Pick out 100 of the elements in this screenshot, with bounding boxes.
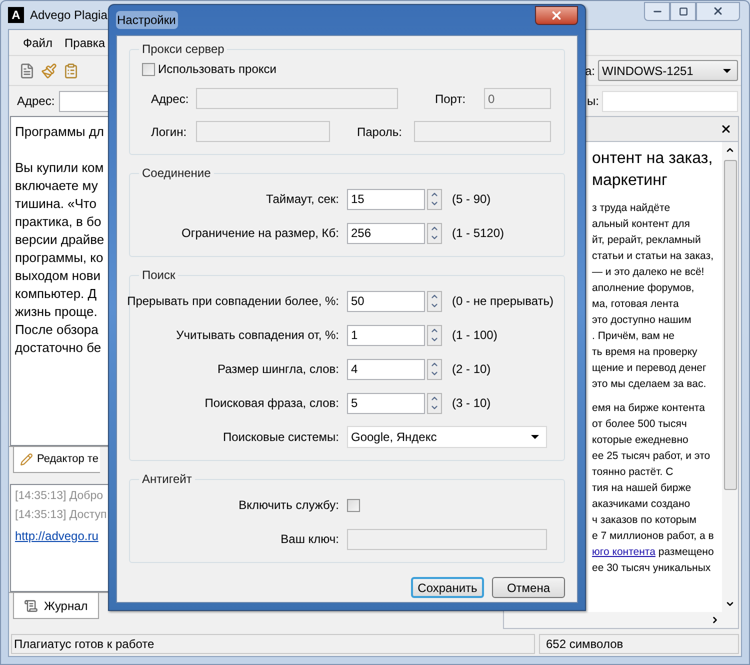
window-title: Advego Plagia [30,7,108,24]
range-hint: (1 - 5120) [452,225,504,242]
close-button[interactable] [696,2,740,20]
news-text-line: которые ежедневно [592,433,690,448]
checkbox[interactable] [142,62,155,76]
close-icon [550,9,563,22]
news-text-line: . Причём, вам не [592,329,676,344]
editor-text-line: достаточно бе [15,339,102,357]
character-count: 652 символов [546,636,624,653]
input-field[interactable]: 4 [347,358,425,380]
group-title: Поиск [141,267,176,284]
news-text-line: ть время на проверку [592,345,698,360]
news-text-line: щение и перевод денег [592,361,708,376]
news-text-line: — и это далеко не всё! [592,265,706,280]
input-field[interactable]: 256 [347,222,425,244]
spin-buttons[interactable] [427,324,442,346]
news-text-line: альный контент для [592,217,691,232]
log-entry: [14:35:13] Добро [15,489,104,504]
input-field[interactable]: 15 [347,188,425,210]
field-label: Поисковая фраза, слов: [204,395,339,412]
edit-document-icon [20,453,33,466]
news-text-line: з труда найдёте [592,201,672,216]
input-field[interactable]: 5 [347,392,425,414]
news-text-line: это доступно нашим [592,313,692,328]
news-text-line: аказчиками создано [592,497,692,512]
editor-text-line: жизнь проще. [15,303,98,321]
new-document-icon [19,62,35,78]
spin-buttons[interactable] [427,358,442,380]
field-label: Адрес: [151,90,190,108]
address-label: Адрес: [17,93,55,110]
field-label: Включить службу: [238,497,339,514]
search-engines-dropdown[interactable]: Google, Яндекс [347,426,547,448]
scroll-right-icon [710,615,720,625]
editor-text-line: Вы купили ком [15,159,104,177]
editor-text-line: включаете му [15,177,98,195]
editor-text-line: компьютер. Д [15,285,97,303]
news-text-line: это мы сделаем за вас. [592,377,708,392]
menu-item[interactable]: Файл [23,34,53,52]
save-button[interactable]: Сохранить [411,577,484,598]
news-heading: онтент на заказ, [592,149,714,169]
news-text-line: емя на бирже контента [592,401,706,416]
cancel-button[interactable]: Отмена [492,577,565,598]
group-title: Прокси сервер [141,41,226,58]
checkbox[interactable] [347,498,360,512]
spin-buttons[interactable] [427,222,442,244]
field-label: Размер шингла, слов: [217,361,339,378]
news-text-line: е 7 миллионов работ, а в [592,529,715,544]
editor-text-line: программы, ко [15,249,104,267]
app-logo: A [8,7,24,23]
log-tab[interactable]: Журнал [13,593,99,619]
log-entry: [14:35:13] Доступ [15,508,107,524]
editor-tab[interactable]: Редактор те [13,447,100,473]
range-hint: (3 - 10) [452,395,491,412]
input-field[interactable] [602,90,738,112]
range-hint: (1 - 100) [452,327,498,344]
checkbox-label[interactable]: Использовать прокси [158,60,276,78]
log-link[interactable]: http://advego.ru [15,526,98,544]
maximize-icon [678,6,688,16]
dropdown-arrow-icon [723,68,731,72]
field-label: Порт: [435,90,467,108]
scroll-thumb[interactable] [724,160,736,490]
maximize-button[interactable] [670,2,696,20]
range-hint: (0 - не прерывать) [452,293,554,310]
news-text-line: ч заказов по которым [592,513,698,528]
close-icon [712,5,724,17]
news-text-line: тоянно растёт. С [592,465,674,480]
spin-buttons[interactable] [427,290,442,312]
news-text-line: от более 500 тысяч [592,417,688,432]
news-heading: маркетинг [592,171,668,191]
news-text-line: ее 25 тысяч работ, и это [592,449,712,464]
field-label: Учитывать совпадения от, %: [176,327,339,344]
menu-item[interactable]: Правка [64,34,106,52]
editor-text-line: тишина. «Что [15,195,96,213]
encoding-dropdown[interactable]: WINDOWS-1251 [598,60,738,81]
spin-buttons[interactable] [427,392,442,414]
brush-icon [41,62,57,78]
horizontal-scrollbar[interactable] [504,612,738,628]
range-hint: (5 - 90) [452,191,491,208]
editor-text-line: Программы дл [15,123,104,141]
spin-buttons[interactable] [427,188,442,210]
input-field[interactable]: 50 [347,290,425,312]
news-text-line: статьи и статьи на заказ, [592,249,714,264]
input-field[interactable]: 1 [347,324,425,346]
content-link[interactable]: юго контента [592,546,656,558]
news-text-line: юго контента размещено [592,545,715,560]
news-text-line: ма, готовая лента [592,297,680,312]
vertical-scrollbar[interactable] [722,142,738,612]
encoding-label: а: [584,62,595,80]
window-title: Настройки [116,11,178,29]
field-label: Прерывать при совпадении более, %: [127,293,339,310]
news-text-line: ее 30 тысяч уникальных [592,561,712,576]
news-text-line: йт, рерайт, рекламный [592,233,702,248]
field-label: Пароль: [357,124,403,140]
news-text-line: аполнение форумов, [592,281,696,296]
field-label: Ограничение на размер, Кб: [182,225,339,242]
field-label: Поисковые системы: [222,429,339,446]
close-button[interactable] [535,6,578,25]
close-panel-icon [720,123,732,135]
field-label: Логин: [151,124,188,140]
dropdown-arrow-icon [531,435,539,439]
